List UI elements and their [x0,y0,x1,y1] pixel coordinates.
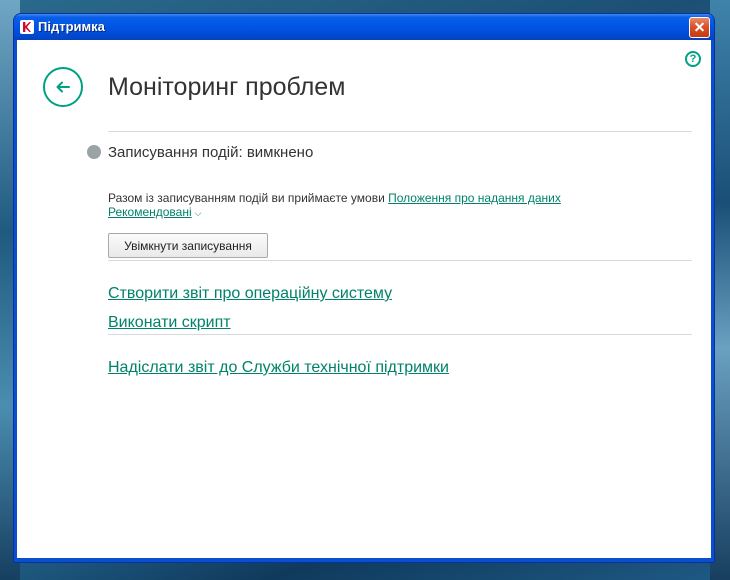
consent-label: Разом із записуванням подій ви приймаєте… [108,191,389,205]
run-script-link[interactable]: Виконати скрипт [108,314,231,332]
divider [108,131,692,132]
chevron-down-icon: ⌵ [194,208,202,218]
help-icon[interactable]: ? [685,51,701,67]
divider [108,334,692,335]
back-button[interactable] [43,67,83,107]
arrow-left-icon [56,81,70,93]
send-report-link[interactable]: Надіслати звіт до Служби технічної підтр… [108,359,449,377]
event-logging-status: Записування подій: вимкнено [108,144,314,161]
status-dot-icon [87,145,101,159]
data-provision-terms-link[interactable]: Положення про надання даних [388,191,561,205]
recommended-dropdown[interactable]: Рекомендовані ⌵ [108,205,201,219]
os-report-link[interactable]: Створити звіт про операційну систему [108,285,392,303]
support-window: Підтримка ? Моніторинг проблем Записуван… [14,14,714,562]
divider [108,260,692,261]
title-bar[interactable]: Підтримка [14,14,714,40]
close-icon[interactable] [689,17,710,38]
window-title: Підтримка [38,19,105,34]
recommended-label: Рекомендовані [108,205,192,219]
window-content: ? Моніторинг проблем Записування подій: … [17,40,711,558]
page-title: Моніторинг проблем [108,73,346,101]
kaspersky-k-icon [20,20,34,34]
consent-text: Разом із записуванням подій ви приймаєте… [108,191,561,205]
enable-logging-button[interactable]: Увімкнути записування [108,233,268,258]
